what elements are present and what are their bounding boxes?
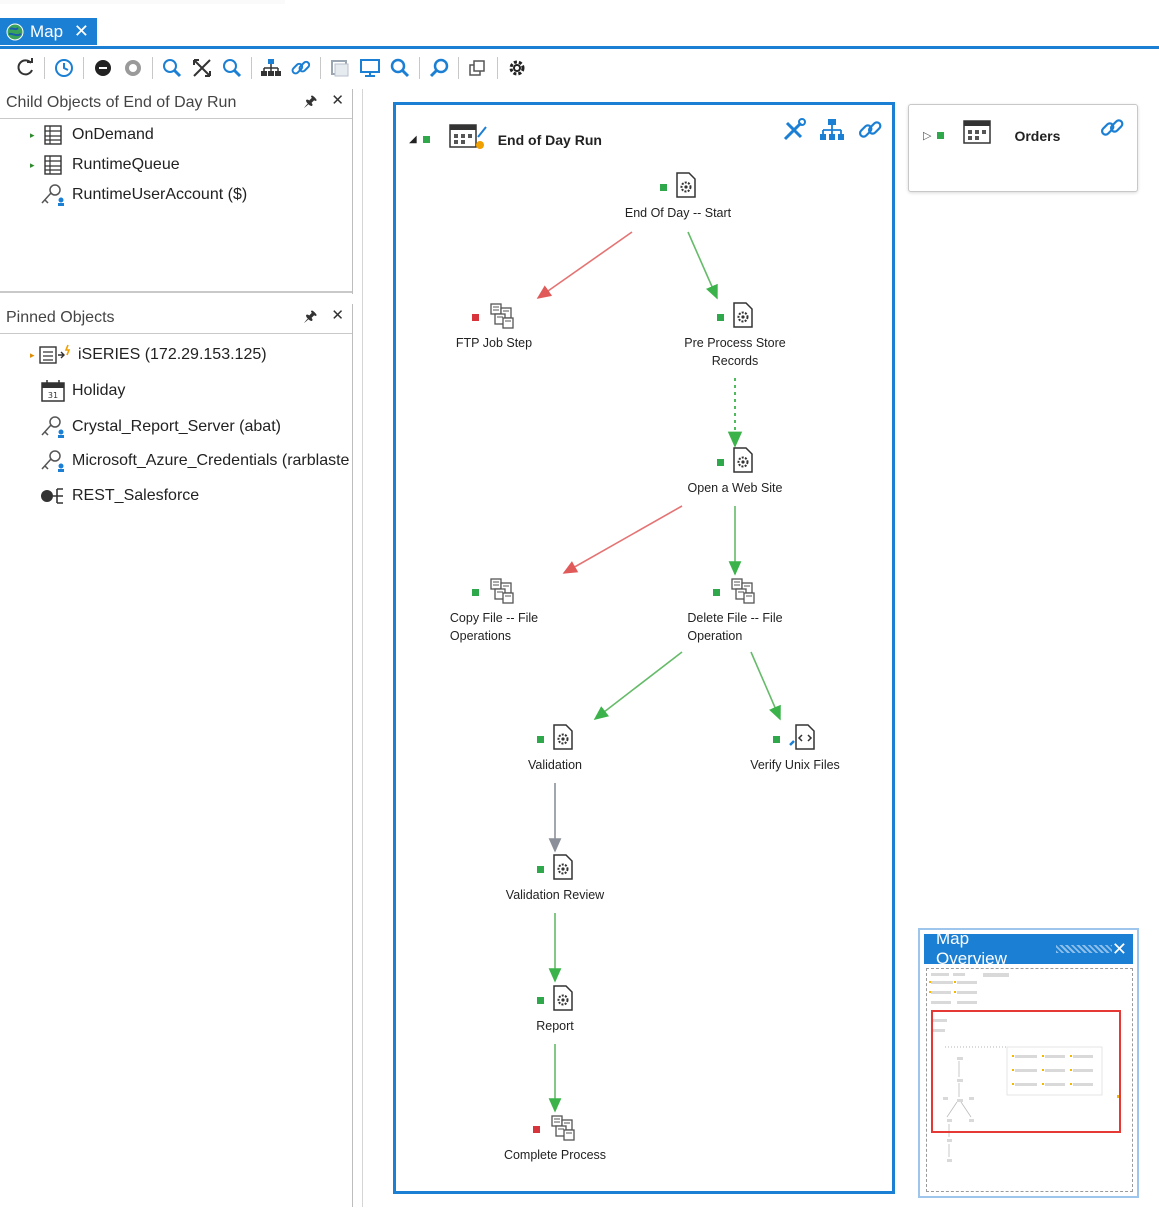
node-label: Complete Process bbox=[503, 1148, 607, 1162]
task-icon bbox=[675, 171, 697, 204]
map-node[interactable]: Complete Process bbox=[485, 1112, 625, 1164]
connector-failure bbox=[536, 231, 633, 299]
connector-failure bbox=[562, 505, 683, 574]
job-icon bbox=[548, 1112, 578, 1147]
map-node[interactable]: Open a Web Site bbox=[670, 445, 800, 497]
status-indicator bbox=[659, 183, 667, 191]
node-label: Report bbox=[536, 1019, 574, 1033]
connector-success bbox=[750, 651, 781, 721]
job-icon bbox=[728, 575, 758, 610]
map-node[interactable]: Report bbox=[495, 983, 615, 1035]
map-node[interactable]: Delete File -- File Operation bbox=[670, 575, 800, 645]
map-node[interactable]: Verify Unix Files bbox=[730, 722, 860, 774]
job-icon bbox=[487, 300, 517, 335]
node-label: Pre Process Store Records bbox=[684, 336, 786, 368]
task-icon bbox=[552, 723, 574, 756]
status-indicator bbox=[772, 735, 780, 743]
status-indicator bbox=[471, 313, 479, 321]
status-indicator bbox=[712, 588, 720, 596]
map-node[interactable]: Validation Review bbox=[485, 852, 625, 904]
task-icon bbox=[732, 446, 754, 479]
status-indicator bbox=[532, 1125, 540, 1133]
node-label: Copy File -- File Operations bbox=[449, 611, 539, 643]
task-icon bbox=[552, 984, 574, 1017]
map-overview-title: Map Overview bbox=[936, 929, 1007, 968]
script-icon bbox=[788, 723, 818, 756]
connector-success bbox=[593, 651, 683, 720]
map-overview-panel: Map Overview ✕ bbox=[918, 928, 1139, 1198]
task-icon bbox=[732, 301, 754, 334]
map-overview-header[interactable]: Map Overview ✕ bbox=[924, 929, 1133, 968]
map-node[interactable]: Validation bbox=[495, 722, 615, 774]
node-label: End Of Day -- Start bbox=[624, 206, 732, 220]
status-indicator bbox=[536, 735, 544, 743]
map-node[interactable]: Pre Process Store Records bbox=[670, 300, 800, 370]
map-node[interactable]: Copy File -- File Operations bbox=[424, 575, 564, 645]
node-label: Validation bbox=[528, 758, 582, 772]
overview-viewport[interactable] bbox=[931, 1010, 1121, 1133]
task-icon bbox=[552, 853, 574, 886]
connector-success bbox=[687, 231, 718, 300]
node-label: Open a Web Site bbox=[687, 481, 783, 495]
node-label: Validation Review bbox=[505, 888, 605, 902]
status-indicator bbox=[536, 996, 544, 1004]
node-label: FTP Job Step bbox=[455, 336, 533, 350]
status-indicator bbox=[716, 313, 724, 321]
map-node[interactable]: End Of Day -- Start bbox=[608, 170, 748, 222]
status-indicator bbox=[471, 588, 479, 596]
close-icon[interactable]: ✕ bbox=[1112, 939, 1127, 960]
map-node[interactable]: FTP Job Step bbox=[434, 300, 554, 352]
node-label: Delete File -- File Operation bbox=[687, 611, 783, 643]
status-indicator bbox=[716, 458, 724, 466]
node-label: Verify Unix Files bbox=[750, 758, 840, 772]
job-icon bbox=[487, 575, 517, 610]
status-indicator bbox=[536, 865, 544, 873]
